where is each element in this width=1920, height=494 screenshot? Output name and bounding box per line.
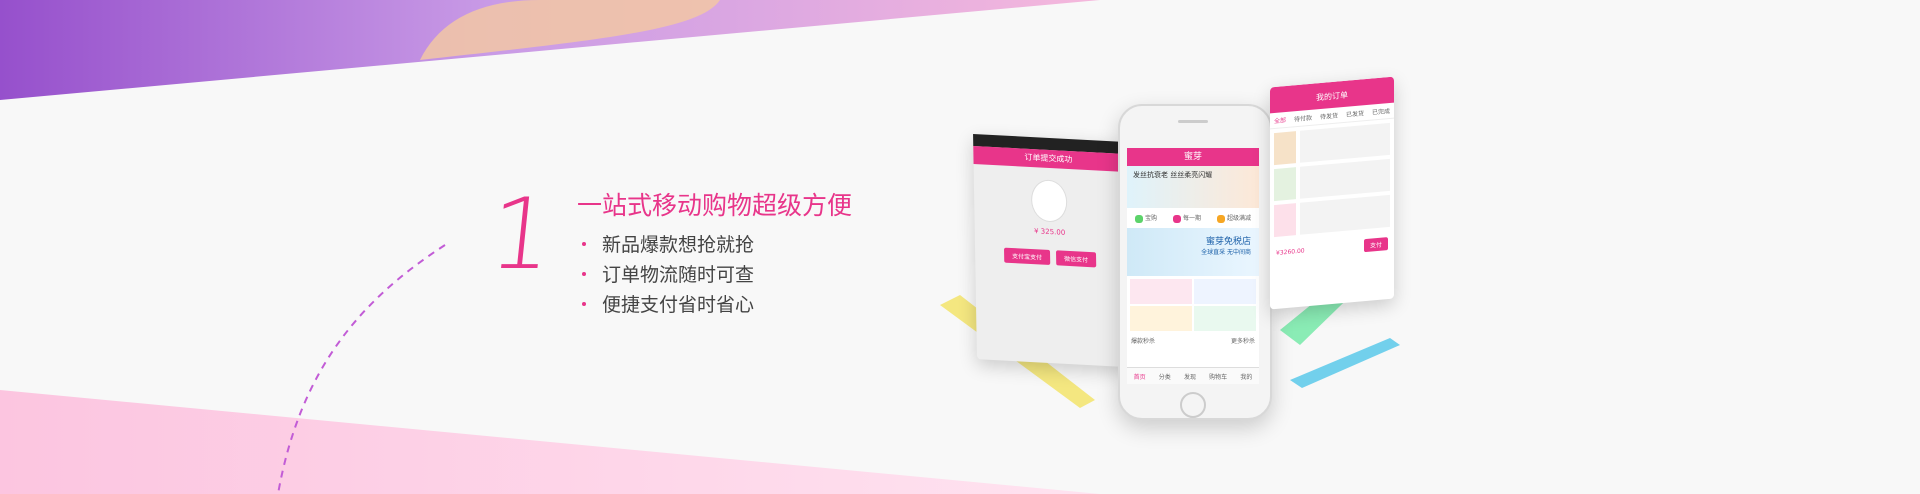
icon-bao[interactable]: 宝购 <box>1134 213 1157 223</box>
order-pay-button[interactable]: 支付 <box>1363 237 1388 253</box>
order-row[interactable] <box>1274 194 1390 238</box>
feature-item: 便捷支付省时省心 <box>582 290 754 320</box>
left-phone-screen: 订单提交成功 ¥ 325.00 支付宝支付 微信支付 <box>973 133 1127 368</box>
hero-banner[interactable]: 发丝抗衰老 丝丝柔亮闪耀 <box>1127 166 1259 208</box>
background-decoration <box>0 0 1100 494</box>
right-phone-screen: 我的订单 全部 待付款 待发货 已发货 已完成 ¥3260.00 支付 <box>1270 76 1394 310</box>
order-tab-shipped[interactable]: 已发货 <box>1346 108 1364 119</box>
order-total: ¥3260.00 <box>1276 247 1305 257</box>
center-phone: 蜜芽 发丝抗衰老 丝丝柔亮闪耀 宝购 每一期 超级满减 蜜芽免税店 全球直采 无… <box>1118 104 1272 420</box>
order-tab-unpaid[interactable]: 待付款 <box>1294 113 1312 124</box>
section-label: 爆款秒杀 <box>1131 337 1156 345</box>
icon-discount[interactable]: 超级满减 <box>1216 213 1251 223</box>
bottom-tab-bar: 首页 分类 发现 购物车 我的 <box>1127 367 1259 384</box>
tab-discover[interactable]: 发现 <box>1184 372 1196 381</box>
step-number: 1 <box>484 178 559 292</box>
tab-cart[interactable]: 购物车 <box>1209 372 1227 381</box>
bullet-icon <box>582 271 586 276</box>
feature-item: 订单物流随时可查 <box>582 260 754 290</box>
tab-category[interactable]: 分类 <box>1159 372 1171 381</box>
product-grid[interactable] <box>1127 275 1259 334</box>
order-list <box>1270 119 1394 246</box>
icon-daily[interactable]: 每一期 <box>1172 213 1201 223</box>
promo-banner[interactable]: 蜜芽免税店 全球直采 无中间商 <box>1127 227 1259 276</box>
order-tab-all[interactable]: 全部 <box>1274 115 1286 125</box>
alipay-button[interactable]: 支付宝支付 <box>1003 247 1051 266</box>
order-row[interactable] <box>1274 122 1390 166</box>
order-row[interactable] <box>1274 158 1390 202</box>
bullet-icon <box>582 241 586 246</box>
rabbit-mascot-icon <box>1030 178 1068 223</box>
wechat-pay-button[interactable]: 微信支付 <box>1055 250 1097 268</box>
feature-item: 新品爆款想抢就抢 <box>582 230 754 260</box>
tab-home[interactable]: 首页 <box>1134 372 1146 381</box>
feature-list: 新品爆款想抢就抢 订单物流随时可查 便捷支付省时省心 <box>582 230 754 320</box>
bullet-icon <box>582 301 586 306</box>
order-tab-pending[interactable]: 待发货 <box>1320 110 1338 121</box>
speaker-icon <box>1178 120 1208 123</box>
order-tab-done[interactable]: 已完成 <box>1372 106 1390 117</box>
tab-me[interactable]: 我的 <box>1240 372 1252 381</box>
app-title: 蜜芽 <box>1127 148 1259 166</box>
home-button-icon <box>1180 392 1206 418</box>
order-amount: ¥ 325.00 <box>1034 227 1066 237</box>
section-more-link[interactable]: 更多秒杀 <box>1231 336 1255 345</box>
hero-title: 一站式移动购物超级方便 <box>577 191 853 220</box>
